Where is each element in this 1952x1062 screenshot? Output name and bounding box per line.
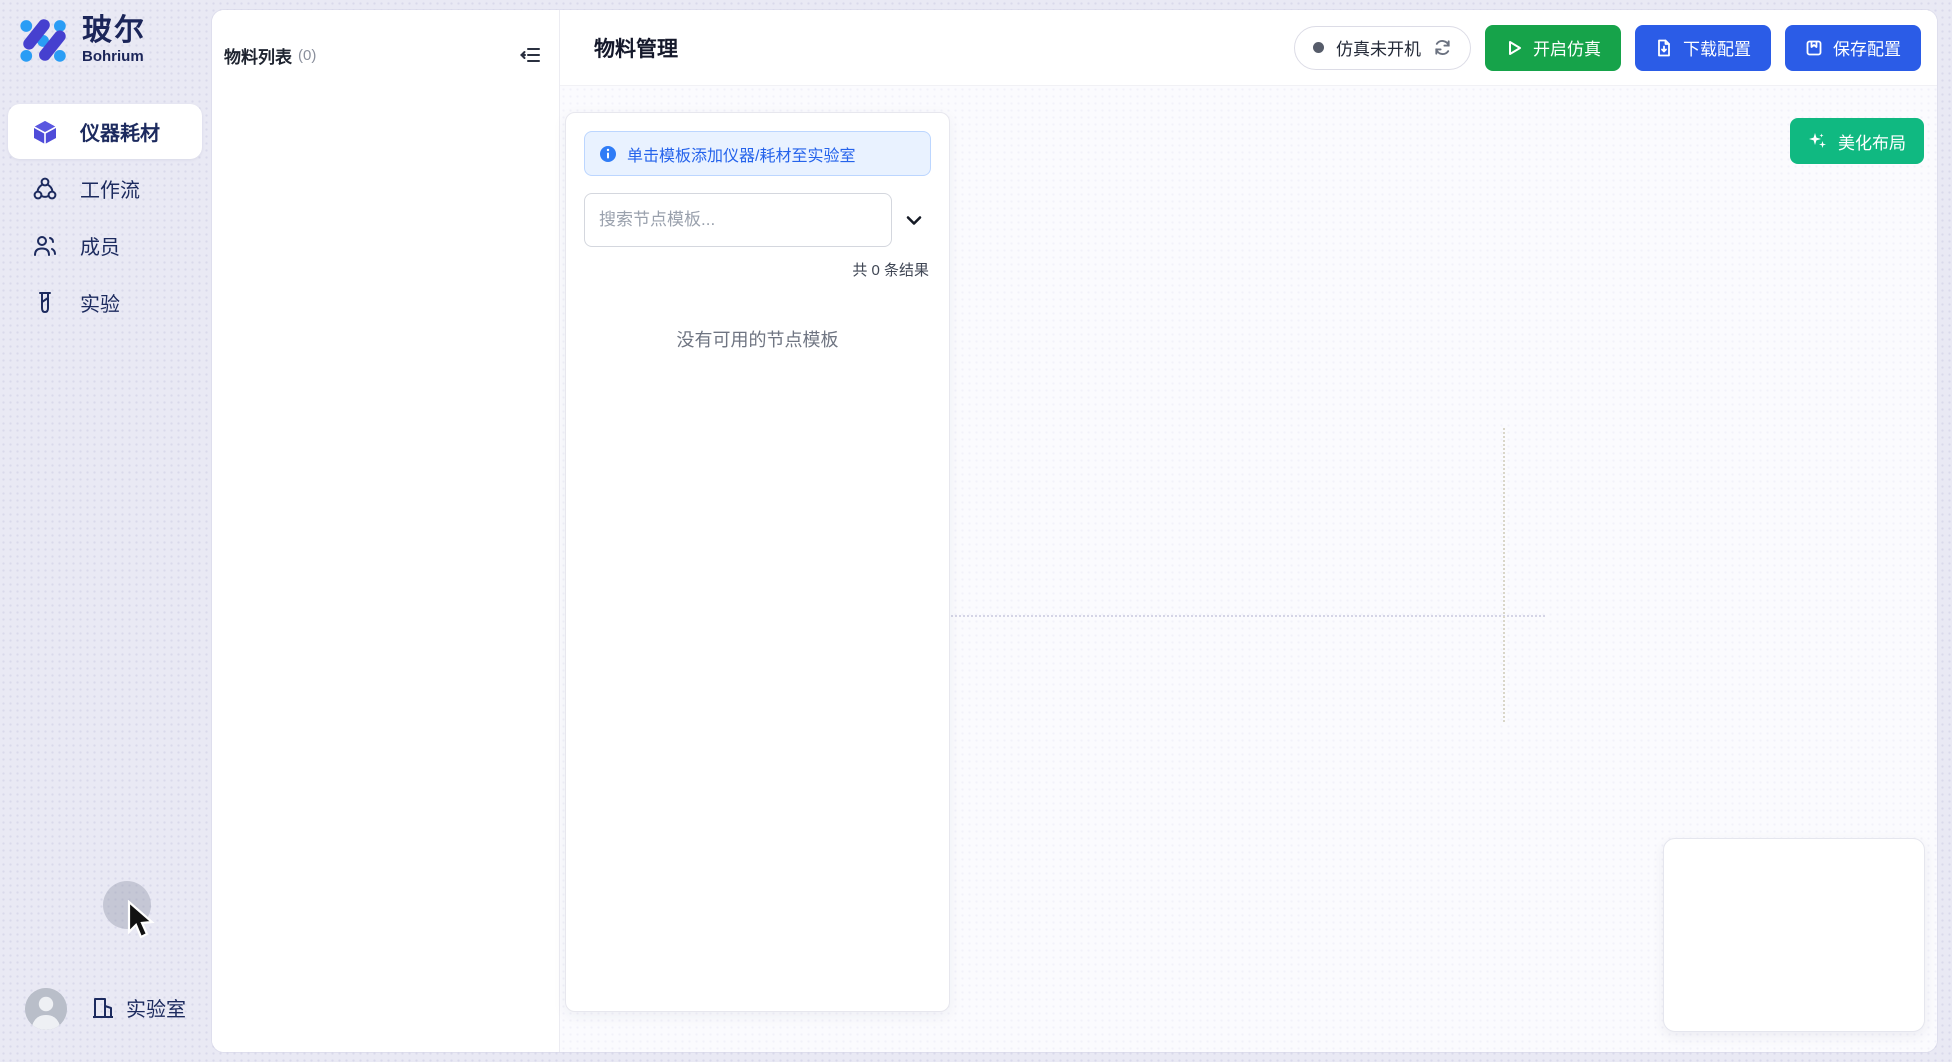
results-count: 共 0 条结果	[584, 259, 931, 280]
save-config-button[interactable]: 保存配置	[1785, 25, 1921, 71]
brand-subtitle: Bohrium	[82, 49, 146, 65]
node-template-panel: 单击模板添加仪器/耗材至实验室 共 0 条结果 没有可用的节点模板	[565, 112, 950, 1012]
lab-switcher-label: 实验室	[126, 993, 186, 1022]
canvas-guide-vertical	[1503, 428, 1505, 722]
hint-banner: 单击模板添加仪器/耗材至实验室	[584, 131, 931, 176]
materials-list-header: 物料列表 (0)	[224, 42, 543, 68]
beautify-layout-button[interactable]: 美化布局	[1790, 118, 1924, 164]
start-simulation-label: 开启仿真	[1533, 35, 1601, 60]
sidebar-nav: 仪器耗材 工作流	[8, 104, 202, 330]
flow-canvas[interactable]: 美化布局 单击模板添加仪器/耗材至实验室	[560, 86, 1937, 1052]
materials-list-title: 物料列表	[224, 43, 292, 68]
start-simulation-button[interactable]: 开启仿真	[1485, 25, 1621, 71]
workflow-icon	[32, 176, 58, 202]
hint-banner-text: 单击模板添加仪器/耗材至实验室	[627, 142, 855, 166]
sidebar-item-label: 实验	[80, 288, 120, 317]
main-header: 物料管理 仿真未开机	[560, 10, 1937, 86]
cube-icon	[32, 119, 58, 145]
chevron-down-icon[interactable]	[903, 209, 925, 231]
beautify-layout-label: 美化布局	[1838, 129, 1906, 154]
refresh-icon[interactable]	[1433, 38, 1452, 57]
sidebar-item-experiments[interactable]: 实验	[8, 275, 202, 330]
info-icon	[599, 145, 617, 163]
play-icon	[1505, 39, 1523, 57]
building-icon	[90, 995, 116, 1021]
members-icon	[32, 233, 58, 259]
sidebar-item-label: 工作流	[80, 174, 140, 203]
content-shell: 物料列表 (0) 物料管理	[212, 10, 1937, 1052]
download-file-icon	[1655, 39, 1673, 57]
sidebar-item-label: 成员	[80, 231, 120, 260]
materials-list-count: (0)	[298, 47, 316, 64]
sidebar-item-instruments[interactable]: 仪器耗材	[8, 104, 202, 159]
sidebar-footer: 实验室	[0, 990, 212, 1062]
sidebar: 玻尔 Bohrium 仪器耗材	[0, 0, 212, 1062]
page-title: 物料管理	[594, 33, 678, 63]
collapse-panel-icon[interactable]	[517, 42, 543, 68]
experiment-icon	[32, 290, 58, 316]
download-config-button[interactable]: 下载配置	[1635, 25, 1771, 71]
cursor-icon	[126, 900, 162, 942]
sidebar-item-members[interactable]: 成员	[8, 218, 202, 273]
status-dot	[1313, 42, 1324, 53]
canvas-guide-horizontal	[947, 615, 1545, 617]
lab-switcher[interactable]: 实验室	[90, 993, 186, 1022]
minimap-panel[interactable]	[1663, 838, 1925, 1032]
simulation-status-label: 仿真未开机	[1336, 35, 1421, 60]
sparkles-icon	[1808, 131, 1828, 151]
avatar[interactable]	[25, 988, 67, 1030]
logo-mark-icon	[16, 12, 72, 68]
materials-list-panel: 物料列表 (0)	[212, 10, 560, 1052]
app-root: 玻尔 Bohrium 仪器耗材	[0, 0, 1952, 1062]
search-row	[584, 193, 931, 247]
main-area: 物料管理 仿真未开机	[560, 10, 1937, 1052]
sidebar-item-workflow[interactable]: 工作流	[8, 161, 202, 216]
search-input[interactable]	[584, 193, 892, 247]
simulation-status-pill[interactable]: 仿真未开机	[1294, 26, 1471, 70]
empty-template-message: 没有可用的节点模板	[584, 326, 931, 352]
save-config-label: 保存配置	[1833, 35, 1901, 60]
header-actions: 仿真未开机	[1294, 25, 1921, 71]
sidebar-item-label: 仪器耗材	[80, 117, 160, 146]
brand-name: 玻尔	[82, 15, 146, 47]
download-config-label: 下载配置	[1683, 35, 1751, 60]
save-icon	[1805, 39, 1823, 57]
brand: 玻尔 Bohrium	[16, 12, 146, 68]
